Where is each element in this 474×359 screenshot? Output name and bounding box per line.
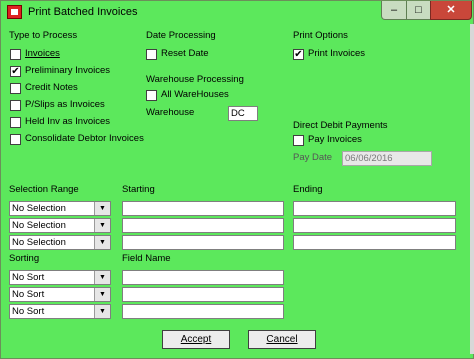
warehouse-input[interactable]: DC	[228, 106, 258, 121]
invoices-checkbox[interactable]	[10, 49, 21, 60]
sorting-select-2[interactable]: No Sort ▼	[9, 287, 111, 302]
pay-date-input[interactable]: 06/06/2016	[342, 151, 432, 166]
selection-range-value: No Selection	[12, 203, 66, 214]
ending-header: Ending	[293, 184, 323, 195]
minimize-button[interactable]: –	[381, 1, 407, 20]
selection-range-header: Selection Range	[9, 184, 79, 195]
preliminary-invoices-checkbox[interactable]: ✔	[10, 66, 21, 77]
print-batched-invoices-window: Print Batched Invoices – □ ✕ Type to Pro…	[0, 0, 474, 359]
sorting-value: No Sort	[12, 272, 45, 283]
pslips-as-invoices-checkbox[interactable]	[10, 100, 21, 111]
accept-button[interactable]: Accept	[162, 330, 230, 349]
print-options-header: Print Options	[293, 30, 348, 41]
consolidate-debtor-invoices-checkbox[interactable]	[10, 134, 21, 145]
pay-invoices-label: Pay Invoices	[308, 134, 362, 145]
field-name-input-3[interactable]	[122, 304, 284, 319]
pay-invoices-checkbox[interactable]	[293, 135, 304, 146]
selection-range-select-2[interactable]: No Selection ▼	[9, 218, 111, 233]
invoices-label: Invoices	[25, 48, 60, 59]
selection-range-value: No Selection	[12, 237, 66, 248]
consolidate-debtor-invoices-label: Consolidate Debtor Invoices	[25, 133, 144, 144]
close-button[interactable]: ✕	[430, 1, 472, 20]
field-name-input-2[interactable]	[122, 287, 284, 302]
chevron-down-icon[interactable]: ▼	[94, 236, 110, 249]
selection-range-select-3[interactable]: No Selection ▼	[9, 235, 111, 250]
print-invoices-label: Print Invoices	[308, 48, 366, 59]
maximize-button[interactable]: □	[406, 1, 431, 20]
sorting-header: Sorting	[9, 253, 40, 264]
starting-header: Starting	[122, 184, 155, 195]
type-to-process-header: Type to Process	[9, 30, 78, 41]
selection-range-select-1[interactable]: No Selection ▼	[9, 201, 111, 216]
held-inv-as-invoices-label: Held Inv as Invoices	[25, 116, 111, 127]
held-inv-as-invoices-checkbox[interactable]	[10, 117, 21, 128]
pslips-as-invoices-label: P/Slips as Invoices	[25, 99, 105, 110]
chevron-down-icon[interactable]: ▼	[94, 288, 110, 301]
cancel-button[interactable]: Cancel	[248, 330, 316, 349]
ending-input-1[interactable]	[293, 201, 456, 216]
app-icon	[7, 5, 22, 19]
chevron-down-icon[interactable]: ▼	[94, 202, 110, 215]
reset-date-checkbox[interactable]	[146, 49, 157, 60]
sorting-select-1[interactable]: No Sort ▼	[9, 270, 111, 285]
credit-notes-checkbox[interactable]	[10, 83, 21, 94]
warehouse-label: Warehouse	[146, 107, 195, 118]
window-title: Print Batched Invoices	[28, 6, 138, 18]
pay-date-label: Pay Date	[293, 152, 333, 163]
field-name-header: Field Name	[122, 253, 171, 264]
sorting-select-3[interactable]: No Sort ▼	[9, 304, 111, 319]
ending-input-3[interactable]	[293, 235, 456, 250]
preliminary-invoices-label: Preliminary Invoices	[25, 65, 110, 76]
all-warehouses-label: All WareHouses	[161, 89, 229, 100]
warehouse-processing-header: Warehouse Processing	[146, 74, 244, 85]
title-bar[interactable]: Print Batched Invoices – □ ✕	[1, 1, 473, 24]
starting-input-3[interactable]	[122, 235, 284, 250]
print-invoices-checkbox[interactable]: ✔	[293, 49, 304, 60]
field-name-input-1[interactable]	[122, 270, 284, 285]
chevron-down-icon[interactable]: ▼	[94, 219, 110, 232]
sorting-value: No Sort	[12, 306, 45, 317]
date-processing-header: Date Processing	[146, 30, 216, 41]
chevron-down-icon[interactable]: ▼	[94, 305, 110, 318]
credit-notes-label: Credit Notes	[25, 82, 78, 93]
sorting-value: No Sort	[12, 289, 45, 300]
starting-input-2[interactable]	[122, 218, 284, 233]
starting-input-1[interactable]	[122, 201, 284, 216]
checkmark-icon: ✔	[294, 49, 303, 60]
direct-debit-payments-header: Direct Debit Payments	[293, 120, 388, 131]
selection-range-value: No Selection	[12, 220, 66, 231]
checkmark-icon: ✔	[11, 66, 20, 77]
all-warehouses-checkbox[interactable]	[146, 90, 157, 101]
reset-date-label: Reset Date	[161, 48, 209, 59]
ending-input-2[interactable]	[293, 218, 456, 233]
vertical-scrollbar[interactable]	[470, 24, 474, 354]
chevron-down-icon[interactable]: ▼	[94, 271, 110, 284]
form-body: Type to Process Invoices ✔ Preliminary I…	[5, 24, 474, 354]
